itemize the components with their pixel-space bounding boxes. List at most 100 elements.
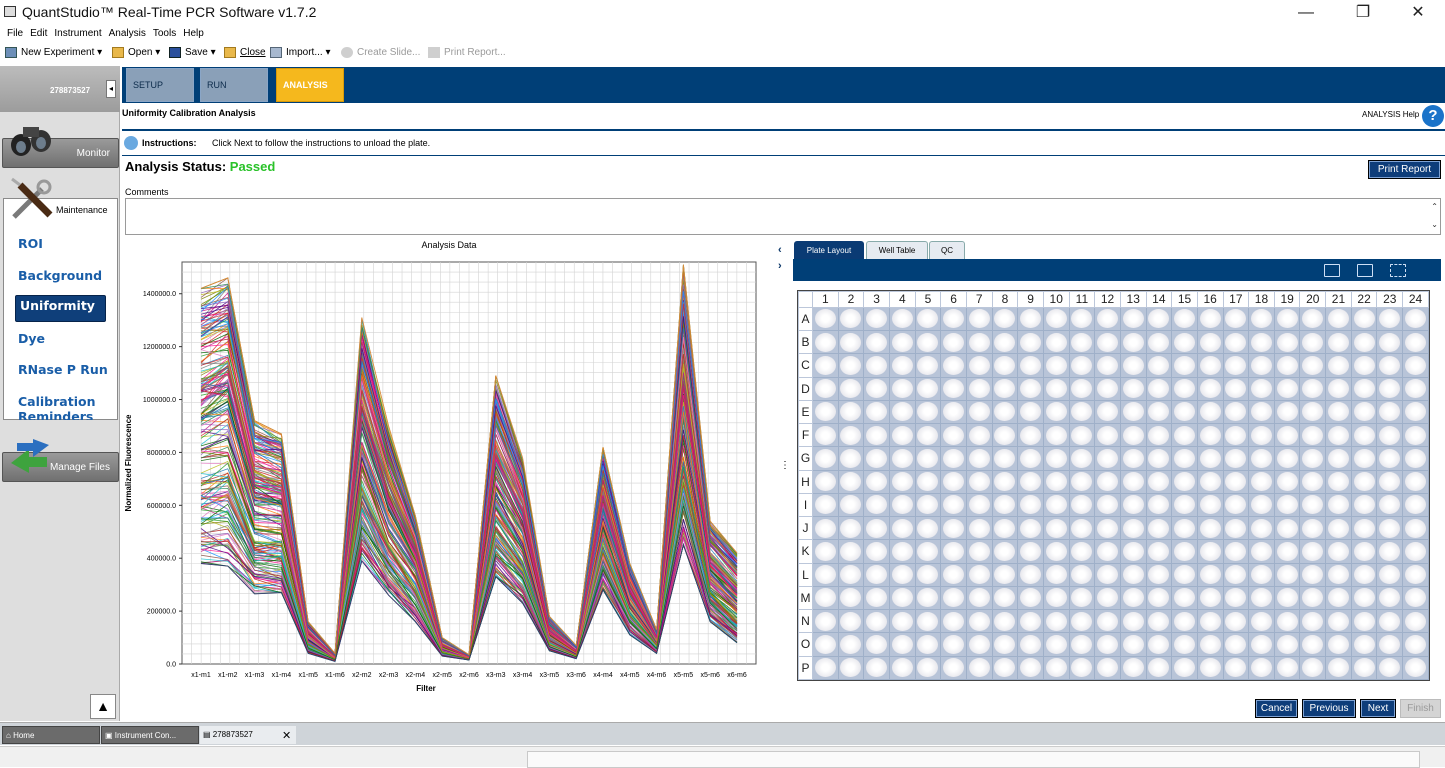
plate-well[interactable] [1171, 609, 1198, 634]
plate-well[interactable] [940, 632, 967, 657]
plate-well[interactable] [1068, 376, 1096, 401]
plate-well[interactable] [863, 306, 890, 332]
plate-well[interactable] [1248, 562, 1275, 587]
plate-well[interactable] [1017, 609, 1044, 634]
plate-well[interactable] [965, 516, 993, 541]
plate-well[interactable] [1350, 306, 1378, 332]
column-header[interactable]: 22 [1350, 291, 1378, 308]
plate-well[interactable] [1094, 516, 1121, 541]
plate-well[interactable] [1248, 632, 1275, 657]
plate-well[interactable] [991, 376, 1019, 401]
plate-well[interactable] [940, 423, 967, 448]
plate-well[interactable] [1273, 423, 1301, 448]
row-header[interactable]: N [798, 609, 813, 634]
plate-well[interactable] [1222, 423, 1250, 448]
plate-well[interactable] [940, 516, 967, 541]
plate-well[interactable] [1196, 539, 1224, 564]
plate-well[interactable] [1376, 330, 1404, 355]
plate-well[interactable] [812, 655, 839, 681]
plate-well[interactable] [914, 330, 942, 355]
plate-well[interactable] [1196, 353, 1224, 378]
plate-well[interactable] [914, 632, 942, 657]
help-icon[interactable]: ? [1422, 105, 1444, 127]
plate-well[interactable] [1402, 446, 1429, 471]
plate-well[interactable] [1017, 376, 1044, 401]
plate-well[interactable] [991, 516, 1019, 541]
plate-well[interactable] [1325, 423, 1352, 448]
plate-well[interactable] [837, 585, 865, 611]
plate-well[interactable] [1402, 585, 1429, 611]
plate-well[interactable] [1222, 562, 1250, 587]
plate-well[interactable] [1171, 423, 1198, 448]
plate-well[interactable] [1325, 376, 1352, 401]
plate-well[interactable] [1042, 469, 1070, 494]
plate-well[interactable] [1222, 609, 1250, 634]
plate-well[interactable] [1145, 562, 1173, 587]
plate-well[interactable] [1402, 516, 1429, 541]
plate-well[interactable] [1222, 399, 1250, 425]
plate-well[interactable] [1042, 306, 1070, 332]
plate-well[interactable] [1068, 539, 1096, 564]
plate-well[interactable] [1094, 609, 1121, 634]
plate-well[interactable] [1145, 469, 1173, 494]
plate-well[interactable] [991, 306, 1019, 332]
plate-well[interactable] [914, 562, 942, 587]
plate-well[interactable] [1222, 516, 1250, 541]
plate-well[interactable] [1402, 632, 1429, 657]
plate-well[interactable] [1171, 399, 1198, 425]
plate-well[interactable] [965, 376, 993, 401]
plate-well[interactable] [1196, 399, 1224, 425]
plate-well[interactable] [837, 330, 865, 355]
plate-well[interactable] [1248, 330, 1275, 355]
plate-well[interactable] [1299, 469, 1327, 494]
plate-well[interactable] [1325, 562, 1352, 587]
plate-well[interactable] [1402, 562, 1429, 587]
plate-well[interactable] [1402, 353, 1429, 378]
column-header[interactable]: 1 [812, 291, 839, 308]
plate-well[interactable] [1299, 539, 1327, 564]
plate-well[interactable] [1171, 376, 1198, 401]
plate-well[interactable] [1119, 376, 1147, 401]
plate-well[interactable] [1171, 539, 1198, 564]
plate-well[interactable] [812, 399, 839, 425]
row-header[interactable]: A [798, 306, 813, 332]
plate-well[interactable] [1068, 330, 1096, 355]
scroll-up-arrow-icon[interactable]: ⌃ [1431, 202, 1438, 211]
plate-well[interactable] [940, 446, 967, 471]
plate-well[interactable] [1042, 353, 1070, 378]
plate-well[interactable] [1094, 330, 1121, 355]
tab-well-table[interactable]: Well Table [866, 241, 928, 259]
plate-well[interactable] [837, 632, 865, 657]
plate-well[interactable] [888, 632, 916, 657]
plate-well[interactable] [1042, 399, 1070, 425]
plate-well[interactable] [914, 539, 942, 564]
column-header[interactable]: 11 [1068, 291, 1096, 308]
plate-well[interactable] [991, 469, 1019, 494]
plate-well[interactable] [1119, 516, 1147, 541]
plate-well[interactable] [1196, 376, 1224, 401]
plate-well[interactable] [940, 562, 967, 587]
plate-well[interactable] [1119, 330, 1147, 355]
plate-well[interactable] [1094, 562, 1121, 587]
plate-well[interactable] [863, 330, 890, 355]
row-header[interactable]: E [798, 399, 813, 425]
plate-well[interactable] [837, 562, 865, 587]
plate-well[interactable] [1094, 492, 1121, 518]
plate-well[interactable] [1350, 585, 1378, 611]
plate-well[interactable] [1017, 516, 1044, 541]
plate-well[interactable] [1402, 376, 1429, 401]
plate-well[interactable] [914, 376, 942, 401]
plate-well[interactable] [914, 609, 942, 634]
plate-well[interactable] [1350, 423, 1378, 448]
plate-well[interactable] [1119, 399, 1147, 425]
plate-well[interactable] [1299, 516, 1327, 541]
plate-well[interactable] [1325, 353, 1352, 378]
plate-well[interactable] [1376, 539, 1404, 564]
plate-well[interactable] [1325, 609, 1352, 634]
plate-well[interactable] [1017, 562, 1044, 587]
plate-well[interactable] [1402, 492, 1429, 518]
plate-well[interactable] [888, 446, 916, 471]
column-header[interactable]: 24 [1402, 291, 1429, 308]
plate-well[interactable] [940, 492, 967, 518]
plate-well[interactable] [1222, 446, 1250, 471]
